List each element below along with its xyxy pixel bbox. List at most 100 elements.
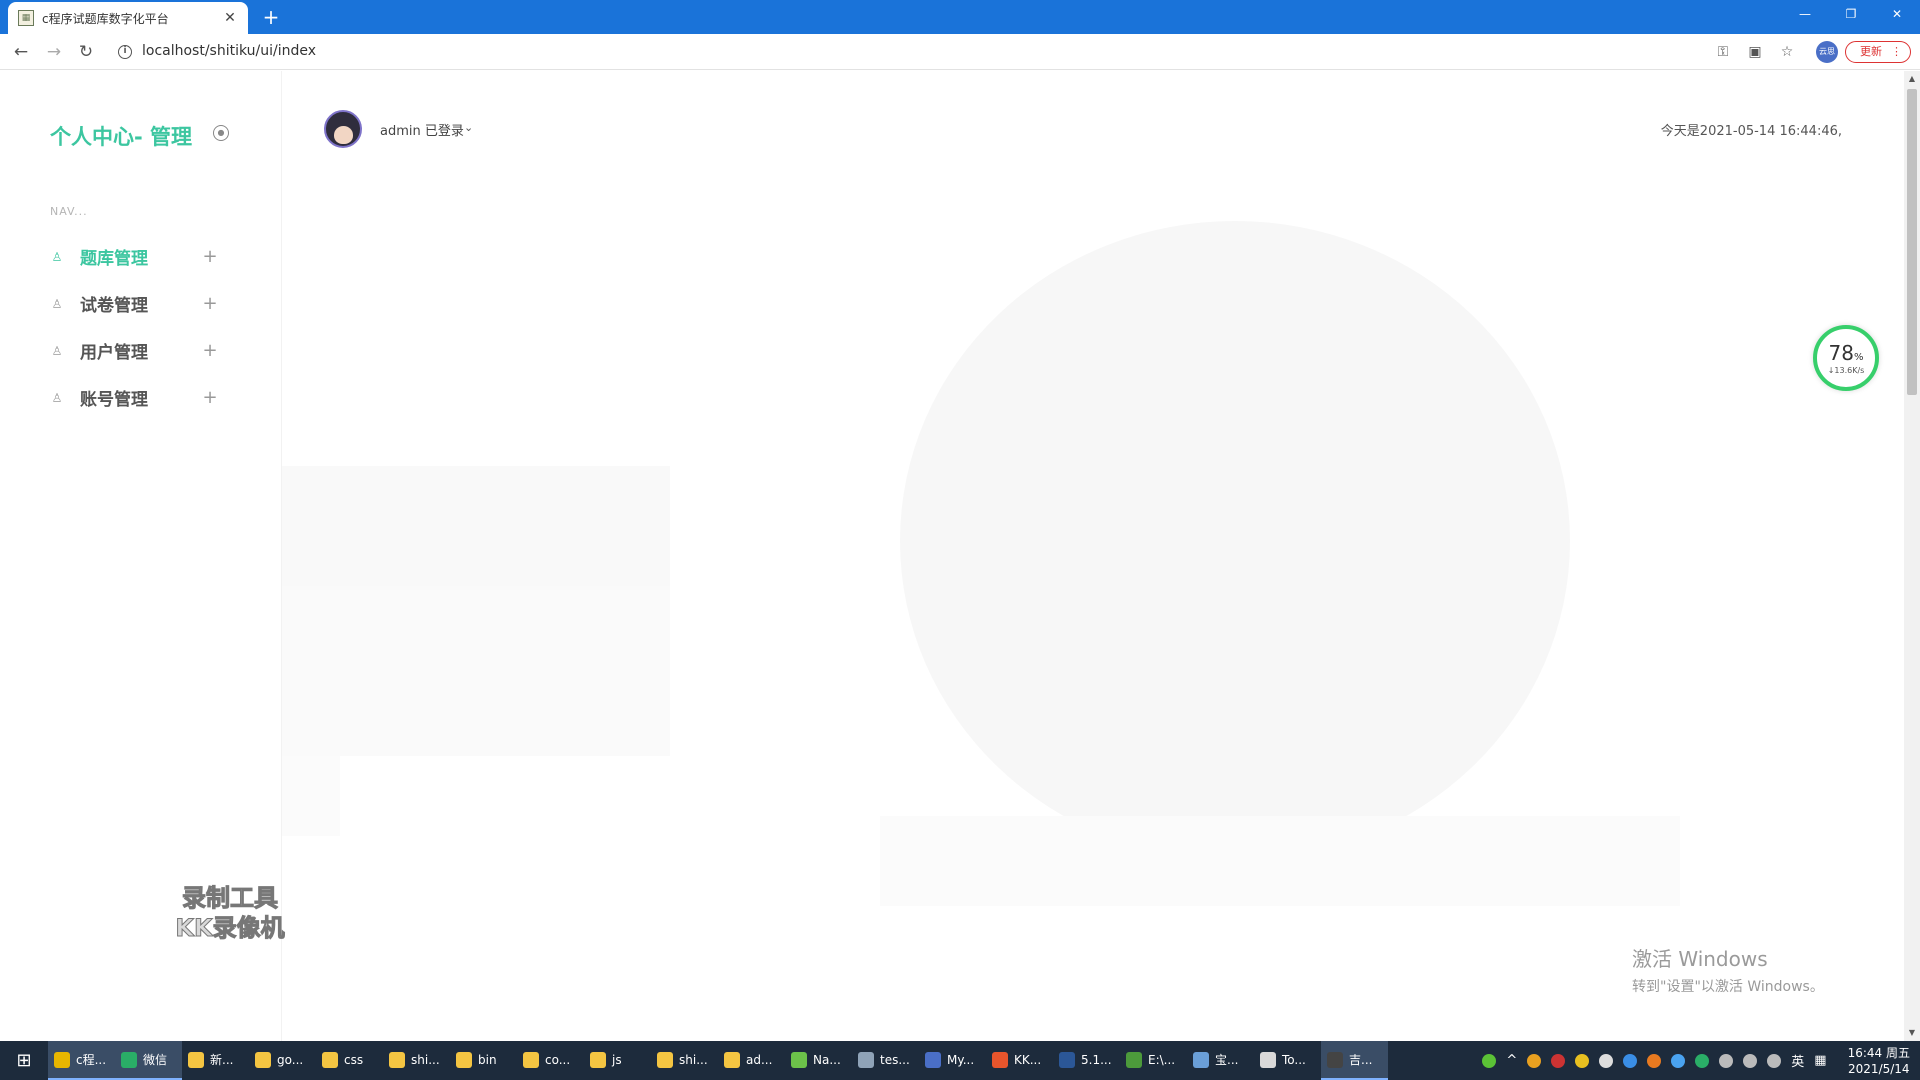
taskbar-item-label: Na... xyxy=(813,1052,841,1067)
user-icon: ♙ xyxy=(51,390,63,405)
word-icon xyxy=(1059,1051,1075,1068)
taskbar-item-label: 吉... xyxy=(1349,1053,1373,1067)
forward-icon[interactable]: → xyxy=(43,41,65,63)
new-tab-button[interactable]: + xyxy=(260,6,282,28)
taskbar-item[interactable]: 5.1... xyxy=(1053,1041,1120,1080)
windows-start-icon[interactable]: ⊞ xyxy=(0,1041,48,1080)
ime-indicator[interactable]: 英 xyxy=(1791,1051,1804,1070)
user-status[interactable]: admin 已登录 xyxy=(380,120,464,139)
background-shape xyxy=(900,221,1570,861)
sidebar-item-exam-papers[interactable]: ♙ 试卷管理 + xyxy=(50,280,240,327)
scroll-up-icon[interactable]: ▲ xyxy=(1904,71,1920,87)
address-bar[interactable]: localhost/shitiku/ui/index xyxy=(142,43,316,59)
taskbar-item[interactable]: My... xyxy=(919,1041,986,1080)
taskbar-item-label: My... xyxy=(947,1052,975,1067)
system-tray: ^ 英 ▦ 16:44 周五 2021/5/14 xyxy=(1477,1041,1920,1080)
taskbar-item[interactable]: css xyxy=(316,1041,383,1080)
taskbar-item[interactable]: co... xyxy=(517,1041,584,1080)
taskbar-item[interactable]: shi... xyxy=(651,1041,718,1080)
taskbar-item[interactable]: go... xyxy=(249,1041,316,1080)
tray-app-icon[interactable] xyxy=(1527,1053,1542,1068)
tray-app-icon[interactable] xyxy=(1623,1053,1638,1068)
excel-icon xyxy=(1126,1051,1142,1068)
expand-plus-icon[interactable]: + xyxy=(200,340,220,361)
taskbar-item[interactable]: 吉... xyxy=(1321,1041,1388,1080)
taskbar-item-label: js xyxy=(612,1052,622,1067)
taskbar-apps: c程... 微信 新... go... css shi... bin co... js shi..… xyxy=(48,1041,1388,1080)
network-gauge[interactable]: 78% ↓13.6K/s xyxy=(1813,325,1879,391)
translate-icon[interactable]: ▣ xyxy=(1745,42,1765,62)
taskbar-item[interactable]: ad... xyxy=(718,1041,785,1080)
taskbar-item[interactable]: Na... xyxy=(785,1041,852,1080)
taskbar-clock[interactable]: 16:44 周五 2021/5/14 xyxy=(1848,1045,1910,1077)
taskbar-item-label: KK... xyxy=(1014,1052,1042,1067)
user-icon: ♙ xyxy=(51,249,63,264)
site-info-icon[interactable]: i xyxy=(118,45,132,59)
wechat-tray-icon[interactable] xyxy=(1695,1053,1710,1068)
page-scrollbar[interactable]: ▲ ▼ xyxy=(1904,71,1920,1041)
sidebar-item-users[interactable]: ♙ 用户管理 + xyxy=(50,327,240,374)
folder-icon xyxy=(255,1051,271,1068)
bookmark-star-icon[interactable]: ☆ xyxy=(1777,42,1797,62)
taskbar-item[interactable]: To... xyxy=(1254,1041,1321,1080)
tray-app-icon[interactable] xyxy=(1575,1053,1590,1068)
profile-avatar[interactable]: 云思 xyxy=(1816,41,1838,63)
taskbar-item[interactable]: c程... xyxy=(48,1041,115,1080)
avatar[interactable] xyxy=(324,110,362,148)
expand-plus-icon[interactable]: + xyxy=(200,246,220,267)
sidebar-item-accounts[interactable]: ♙ 账号管理 + xyxy=(50,374,240,421)
tray-app-icon[interactable] xyxy=(1551,1053,1566,1068)
network-icon[interactable] xyxy=(1719,1053,1734,1068)
chevron-down-icon[interactable]: ⌄ xyxy=(464,121,473,134)
sidebar-item-label: 题库管理 xyxy=(80,249,148,269)
expand-plus-icon[interactable]: + xyxy=(200,387,220,408)
tray-app-icon[interactable] xyxy=(1647,1053,1662,1068)
wifi-icon[interactable] xyxy=(1743,1053,1758,1068)
taskbar-item[interactable]: KK... xyxy=(986,1041,1053,1080)
sidebar-item-label: 用户管理 xyxy=(80,343,148,363)
expand-plus-icon[interactable]: + xyxy=(200,293,220,314)
taskbar-item[interactable]: shi... xyxy=(383,1041,450,1080)
folder-icon xyxy=(523,1051,539,1068)
taskbar-item[interactable]: 微信 xyxy=(115,1041,182,1080)
update-button[interactable]: 更新 ⋮ xyxy=(1845,41,1911,63)
key-icon[interactable]: ⚿ xyxy=(1713,42,1733,62)
activation-subtitle: 转到"设置"以激活 Windows。 xyxy=(1632,979,1824,995)
sidebar-menu: ♙ 题库管理 + ♙ 试卷管理 + ♙ 用户管理 + ♙ 账号管理 + xyxy=(50,233,240,421)
browser-tab[interactable]: ▦ c程序试题库数字化平台 ✕ xyxy=(8,2,248,34)
taskbar-item[interactable]: 新... xyxy=(182,1041,249,1080)
taskbar-item-label: 宝... xyxy=(1215,1053,1239,1067)
back-icon[interactable]: ← xyxy=(10,41,32,63)
keyboard-icon[interactable]: ▦ xyxy=(1814,1053,1826,1068)
app-icon xyxy=(858,1051,874,1068)
tray-app-icon[interactable] xyxy=(1599,1053,1614,1068)
java-icon xyxy=(1260,1051,1276,1068)
battery-icon[interactable] xyxy=(1482,1053,1497,1068)
scroll-down-icon[interactable]: ▼ xyxy=(1904,1025,1920,1041)
reload-icon[interactable]: ↻ xyxy=(75,41,97,63)
sidebar-item-label: 账号管理 xyxy=(80,390,148,410)
taskbar-item[interactable]: tes... xyxy=(852,1041,919,1080)
avatar-face xyxy=(334,126,353,144)
kk-recorder-icon xyxy=(992,1051,1008,1068)
close-tab-icon[interactable]: ✕ xyxy=(222,10,238,26)
taskbar-item-label: To... xyxy=(1282,1052,1306,1067)
settings-circle-icon[interactable]: ● xyxy=(213,125,229,141)
window-close-icon[interactable]: ✕ xyxy=(1874,0,1920,28)
clock-date: 2021/5/14 xyxy=(1848,1061,1910,1076)
taskbar-item[interactable]: bin xyxy=(450,1041,517,1080)
taskbar-item[interactable]: js xyxy=(584,1041,651,1080)
sidebar-item-question-bank[interactable]: ♙ 题库管理 + xyxy=(50,233,240,280)
taskbar-item-label: shi... xyxy=(679,1052,708,1067)
brand-title: 个人中心- 管理 xyxy=(50,125,193,149)
minimize-icon[interactable]: — xyxy=(1782,0,1828,28)
taskbar-item[interactable]: E:\... xyxy=(1120,1041,1187,1080)
restore-icon[interactable]: ❐ xyxy=(1828,0,1874,28)
tray-app-icon[interactable] xyxy=(1671,1053,1686,1068)
tray-expand-icon[interactable]: ^ xyxy=(1506,1053,1517,1068)
volume-icon[interactable] xyxy=(1767,1053,1782,1068)
sidebar-item-label: 试卷管理 xyxy=(80,296,148,316)
scroll-thumb[interactable] xyxy=(1907,89,1917,395)
taskbar-item[interactable]: 宝... xyxy=(1187,1041,1254,1080)
app-icon xyxy=(1193,1051,1209,1068)
